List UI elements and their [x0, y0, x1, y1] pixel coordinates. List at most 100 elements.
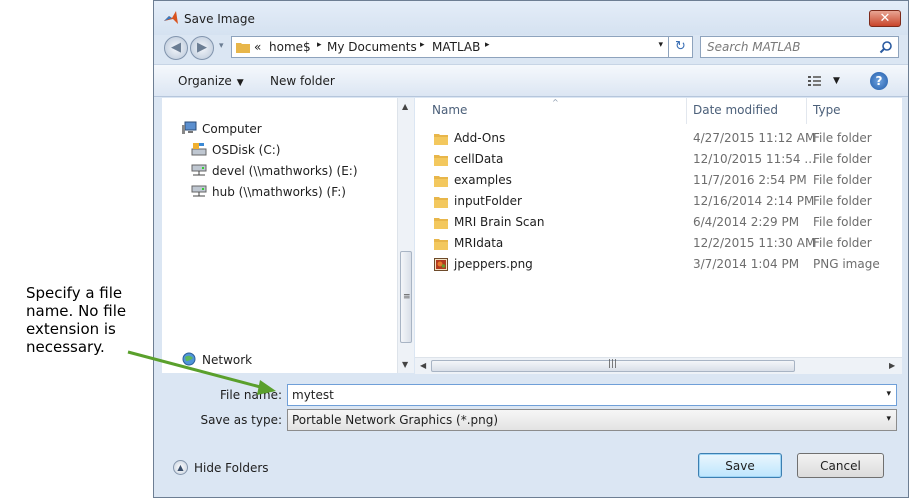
- file-row[interactable]: MRIdata 12/2/2015 11:30 AM File folder: [415, 233, 902, 254]
- address-dropdown-icon[interactable]: ▾: [658, 40, 663, 50]
- breadcrumb-separator[interactable]: ▸: [420, 40, 425, 50]
- folder-icon: [434, 176, 448, 187]
- search-input[interactable]: [701, 37, 871, 57]
- column-divider[interactable]: [686, 98, 687, 124]
- file-row[interactable]: examples 11/7/2016 2:54 PM File folder: [415, 170, 902, 191]
- column-header-name[interactable]: Name: [432, 103, 467, 117]
- navigation-scrollbar[interactable]: ▲ ≡ ▼: [397, 98, 414, 373]
- save-button[interactable]: Save: [698, 453, 782, 478]
- forward-arrow-icon: ▶: [197, 40, 207, 55]
- column-divider[interactable]: [806, 98, 807, 124]
- file-name: jpeppers.png: [454, 257, 533, 271]
- grip-icon: |||: [608, 359, 618, 369]
- save-as-type-select[interactable]: Portable Network Graphics (*.png) ▾: [287, 409, 897, 431]
- folder-icon: [434, 197, 448, 208]
- sort-ascending-icon: ^: [552, 98, 559, 107]
- navigation-pane[interactable]: Computer OSDisk (C:) devel (\\mathworks)…: [162, 98, 414, 373]
- close-button[interactable]: ✕: [869, 10, 901, 27]
- disk-icon: [191, 143, 207, 156]
- file-row[interactable]: cellData 12/10/2015 11:54 ... File folde…: [415, 149, 902, 170]
- refresh-button[interactable]: ↻: [669, 36, 693, 58]
- title-bar: Save Image ✕: [154, 1, 908, 35]
- new-folder-button[interactable]: New folder: [270, 74, 335, 88]
- help-button[interactable]: ?: [870, 72, 888, 90]
- file-date: 11/7/2016 2:54 PM: [693, 173, 807, 187]
- file-list[interactable]: ^ Name Date modified Type Add-Ons 4/27/2…: [415, 98, 902, 373]
- file-type: File folder: [813, 236, 872, 250]
- breadcrumb-my-documents[interactable]: My Documents: [327, 40, 417, 54]
- file-name: Add-Ons: [454, 131, 506, 145]
- breadcrumb-separator[interactable]: ▸: [317, 40, 322, 50]
- nav-item-computer[interactable]: Computer: [202, 122, 262, 136]
- window-title: Save Image: [184, 12, 255, 26]
- network-icon: [182, 352, 196, 366]
- annotation-line: Specify a file: [26, 284, 123, 302]
- scroll-down-icon[interactable]: ▼: [402, 360, 408, 369]
- nav-item-network[interactable]: Network: [202, 353, 252, 367]
- nav-item-devel-drive[interactable]: devel (\\mathworks) (E:): [212, 164, 358, 178]
- file-type: File folder: [813, 173, 872, 187]
- annotation-line: name. No file: [26, 302, 127, 320]
- file-name-label: File name:: [220, 388, 282, 402]
- file-date: 3/7/2014 1:04 PM: [693, 257, 800, 271]
- scrollbar-thumb[interactable]: ≡: [400, 251, 412, 343]
- scroll-up-icon[interactable]: ▲: [402, 102, 408, 111]
- file-type: File folder: [813, 194, 872, 208]
- organize-menu-button[interactable]: Organize ▼: [178, 74, 244, 88]
- file-name: MRIdata: [454, 236, 504, 250]
- save-as-type-value: Portable Network Graphics (*.png): [292, 413, 499, 427]
- refresh-icon: ↻: [675, 39, 686, 54]
- folder-icon: [434, 134, 448, 145]
- nav-item-hub-drive[interactable]: hub (\\mathworks) (F:): [212, 185, 346, 199]
- chevron-down-icon[interactable]: ▾: [886, 414, 891, 424]
- annotation-line: extension is: [26, 320, 116, 338]
- file-date: 12/2/2015 11:30 AM: [693, 236, 816, 250]
- cancel-button[interactable]: Cancel: [797, 453, 884, 478]
- breadcrumb-matlab[interactable]: MATLAB: [432, 40, 480, 54]
- folder-icon: [434, 239, 448, 250]
- file-row[interactable]: MRI Brain Scan 6/4/2014 2:29 PM File fol…: [415, 212, 902, 233]
- file-date: 12/10/2015 11:54 ...: [693, 152, 816, 166]
- grip-icon: ≡: [403, 292, 411, 302]
- breadcrumb-home[interactable]: home$: [269, 40, 311, 54]
- chevron-down-icon[interactable]: ▾: [886, 389, 891, 399]
- command-toolbar: Organize ▼ New folder ▼ ?: [154, 64, 908, 97]
- file-row[interactable]: Add-Ons 4/27/2015 11:12 AM File folder: [415, 128, 902, 149]
- horizontal-scrollbar[interactable]: ◀ ||| ▶: [415, 357, 902, 374]
- column-header-type[interactable]: Type: [813, 103, 841, 117]
- hide-folders-label: Hide Folders: [194, 461, 269, 475]
- search-box[interactable]: [700, 36, 899, 58]
- save-image-dialog: Save Image ✕ ◀ ▶ ▾ « home$ ▸ My Document…: [153, 0, 909, 498]
- scroll-left-icon[interactable]: ◀: [420, 361, 426, 370]
- file-row[interactable]: jpeppers.png 3/7/2014 1:04 PM PNG image: [415, 254, 902, 275]
- recent-locations-dropdown[interactable]: ▾: [219, 41, 224, 51]
- chevron-up-icon: ▲: [173, 460, 188, 475]
- forward-button[interactable]: ▶: [190, 36, 214, 60]
- nav-item-osdisk[interactable]: OSDisk (C:): [212, 143, 280, 157]
- png-file-icon: [434, 258, 448, 271]
- file-name-input[interactable]: [288, 385, 878, 405]
- breadcrumb-overflow[interactable]: «: [254, 40, 261, 54]
- save-as-type-label: Save as type:: [200, 413, 282, 427]
- close-icon: ✕: [879, 11, 891, 26]
- file-name: inputFolder: [454, 194, 522, 208]
- file-type: File folder: [813, 152, 872, 166]
- breadcrumb-separator[interactable]: ▸: [485, 40, 490, 50]
- computer-icon: [182, 121, 197, 134]
- file-date: 12/16/2014 2:14 PM: [693, 194, 815, 208]
- network-drive-icon: [191, 164, 207, 176]
- view-options-icon[interactable]: [807, 74, 823, 88]
- view-dropdown-icon[interactable]: ▼: [833, 76, 840, 86]
- scroll-right-icon[interactable]: ▶: [889, 361, 895, 370]
- matlab-logo-icon: [164, 11, 178, 24]
- search-icon[interactable]: [879, 40, 893, 54]
- file-date: 4/27/2015 11:12 AM: [693, 131, 816, 145]
- file-name-combobox[interactable]: ▾: [287, 384, 897, 406]
- address-bar[interactable]: « home$ ▸ My Documents ▸ MATLAB ▸ ▾: [231, 36, 669, 58]
- file-row[interactable]: inputFolder 12/16/2014 2:14 PM File fold…: [415, 191, 902, 212]
- folder-icon: [434, 218, 448, 229]
- network-drive-icon: [191, 185, 207, 197]
- scrollbar-thumb[interactable]: |||: [431, 359, 795, 372]
- back-button[interactable]: ◀: [164, 36, 188, 60]
- column-header-date-modified[interactable]: Date modified: [693, 103, 778, 117]
